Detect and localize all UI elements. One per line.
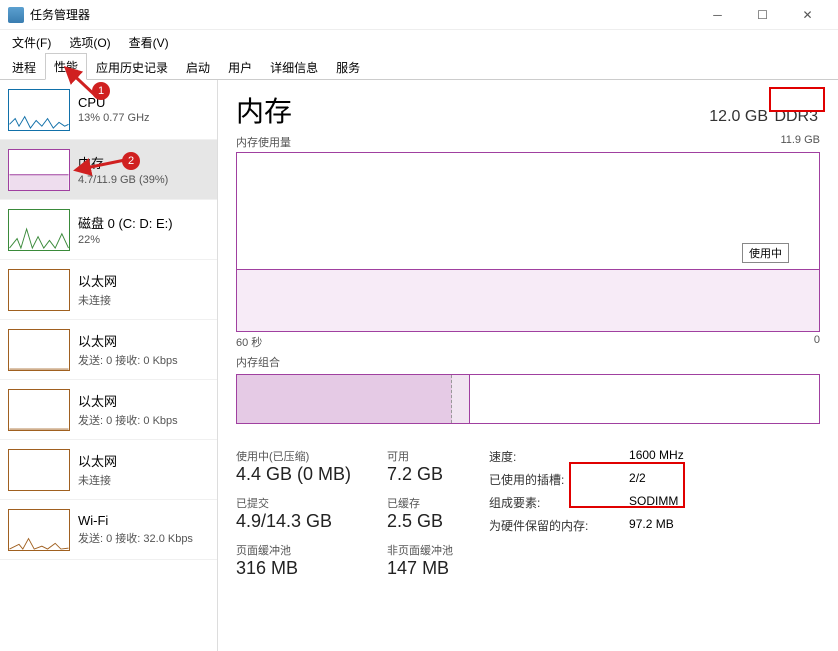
stat-avail-value: 7.2 GB: [387, 464, 453, 485]
mem-type: DDR3: [772, 108, 820, 125]
sidebar-item-eth0[interactable]: 以太网 未连接: [0, 260, 217, 320]
stat-cached: 已缓存 2.5 GB: [387, 495, 453, 532]
time-left: 60 秒: [236, 334, 262, 350]
eth2-sub: 发送: 0 接收: 0 Kbps: [78, 412, 178, 428]
sidebar-item-wifi[interactable]: Wi-Fi 发送: 0 接收: 32.0 Kbps: [0, 500, 217, 560]
titlebar: 任务管理器 ─ ☐ ✕: [0, 0, 838, 30]
menu-file[interactable]: 文件(F): [8, 32, 55, 53]
eth1-sub: 发送: 0 接收: 0 Kbps: [78, 352, 178, 368]
memory-thumb: [8, 149, 70, 191]
app-icon: [8, 7, 24, 23]
kv-col: 速度: 1600 MHz 已使用的插槽: 2/2 组成要素: SODIMM 为硬件保留…: [489, 448, 719, 579]
tab-processes[interactable]: 进程: [3, 54, 45, 80]
sidebar-item-cpu[interactable]: CPU 13% 0.77 GHz: [0, 80, 217, 140]
tab-app-history[interactable]: 应用历史记录: [87, 54, 177, 80]
window-title: 任务管理器: [30, 6, 695, 23]
stat-cached-label: 已缓存: [387, 495, 453, 511]
sidebar-item-eth3[interactable]: 以太网 未连接: [0, 440, 217, 500]
memory-usage-chart: 使用中: [236, 152, 820, 332]
stat-commit-value: 4.9/14.3 GB: [236, 511, 351, 532]
kv-slots-v: 2/2: [629, 471, 719, 488]
disk-thumb: [8, 209, 70, 251]
stat-nonpaged-label: 非页面缓冲池: [387, 542, 453, 558]
kv-slots-k: 已使用的插槽:: [489, 471, 609, 488]
content: CPU 13% 0.77 GHz 内存 4.7/11.9 GB (39%) 磁盘…: [0, 80, 838, 651]
stat-nonpaged: 非页面缓冲池 147 MB: [387, 542, 453, 579]
stat-avail-label: 可用: [387, 448, 453, 464]
eth3-name: 以太网: [78, 451, 117, 470]
stat-avail: 可用 7.2 GB: [387, 448, 453, 485]
stat-paged-label: 页面缓冲池: [236, 542, 351, 558]
tab-services[interactable]: 服务: [327, 54, 369, 80]
memory-sub: 4.7/11.9 GB (39%): [78, 174, 168, 186]
sidebar-item-eth2[interactable]: 以太网 发送: 0 接收: 0 Kbps: [0, 380, 217, 440]
sidebar-item-memory[interactable]: 内存 4.7/11.9 GB (39%): [0, 140, 217, 200]
stat-inuse-value: 4.4 GB (0 MB): [236, 464, 351, 485]
close-button[interactable]: ✕: [785, 1, 830, 29]
eth1-thumb: [8, 329, 70, 371]
eth0-thumb: [8, 269, 70, 311]
disk-name: 磁盘 0 (C: D: E:): [78, 213, 173, 232]
eth3-thumb: [8, 449, 70, 491]
kv-form-v: SODIMM: [629, 494, 719, 511]
maximize-button[interactable]: ☐: [740, 1, 785, 29]
tab-details[interactable]: 详细信息: [261, 54, 327, 80]
wifi-sub: 发送: 0 接收: 32.0 Kbps: [78, 530, 193, 546]
stat-paged: 页面缓冲池 316 MB: [236, 542, 351, 579]
menu-options[interactable]: 选项(O): [65, 32, 114, 53]
stat-commit-label: 已提交: [236, 495, 351, 511]
eth2-name: 以太网: [78, 391, 178, 410]
comp-used: [237, 375, 452, 423]
sidebar-item-eth1[interactable]: 以太网 发送: 0 接收: 0 Kbps: [0, 320, 217, 380]
cpu-name: CPU: [78, 95, 150, 110]
panel-meminfo: 12.0 GB DDR3: [709, 108, 820, 126]
stat-nonpaged-value: 147 MB: [387, 558, 453, 579]
eth0-sub: 未连接: [78, 292, 117, 308]
tab-performance[interactable]: 性能: [45, 53, 87, 80]
stat-inuse-label: 使用中(已压缩): [236, 448, 351, 464]
memory-composition-chart: [236, 374, 820, 424]
window-buttons: ─ ☐ ✕: [695, 1, 830, 29]
cpu-sub: 13% 0.77 GHz: [78, 112, 150, 124]
wifi-name: Wi-Fi: [78, 513, 193, 528]
comp-label: 内存组合: [236, 354, 820, 370]
tab-users[interactable]: 用户: [219, 54, 261, 80]
sidebar: CPU 13% 0.77 GHz 内存 4.7/11.9 GB (39%) 磁盘…: [0, 80, 218, 651]
eth1-name: 以太网: [78, 331, 178, 350]
eth3-sub: 未连接: [78, 472, 117, 488]
kv-speed-k: 速度:: [489, 448, 609, 465]
kv-hw-k: 为硬件保留的内存:: [489, 517, 609, 534]
mem-total: 12.0 GB: [709, 108, 768, 125]
comp-modified: [452, 375, 469, 423]
menu-view[interactable]: 查看(V): [125, 32, 173, 53]
wifi-thumb: [8, 509, 70, 551]
minimize-button[interactable]: ─: [695, 1, 740, 29]
usage-label: 内存使用量: [236, 134, 291, 150]
cpu-thumb: [8, 89, 70, 131]
stats: 使用中(已压缩) 4.4 GB (0 MB) 已提交 4.9/14.3 GB 页…: [236, 448, 820, 579]
menubar: 文件(F) 选项(O) 查看(V): [0, 30, 838, 54]
tabbar: 进程 性能 应用历史记录 启动 用户 详细信息 服务: [0, 54, 838, 80]
kv-hw-v: 97.2 MB: [629, 517, 719, 534]
memory-name: 内存: [78, 153, 168, 172]
panel-header: 内存 12.0 GB DDR3: [236, 90, 820, 130]
comp-standby: [470, 375, 819, 423]
panel-title: 内存: [236, 90, 709, 130]
tab-startup[interactable]: 启动: [177, 54, 219, 80]
detail-panel: 内存 12.0 GB DDR3 内存使用量 11.9 GB 使用中 60 秒 0…: [218, 80, 838, 651]
kv-speed-v: 1600 MHz: [629, 448, 719, 465]
kv-form-k: 组成要素:: [489, 494, 609, 511]
time-right: 0: [814, 334, 820, 350]
stat-commit: 已提交 4.9/14.3 GB: [236, 495, 351, 532]
disk-sub: 22%: [78, 234, 173, 246]
eth0-name: 以太网: [78, 271, 117, 290]
usage-max: 11.9 GB: [780, 134, 820, 150]
stat-cached-value: 2.5 GB: [387, 511, 453, 532]
stat-inuse: 使用中(已压缩) 4.4 GB (0 MB): [236, 448, 351, 485]
eth2-thumb: [8, 389, 70, 431]
chart-fill: [237, 269, 819, 331]
sidebar-item-disk[interactable]: 磁盘 0 (C: D: E:) 22%: [0, 200, 217, 260]
stat-paged-value: 316 MB: [236, 558, 351, 579]
chart-inuse-tag: 使用中: [742, 243, 789, 263]
